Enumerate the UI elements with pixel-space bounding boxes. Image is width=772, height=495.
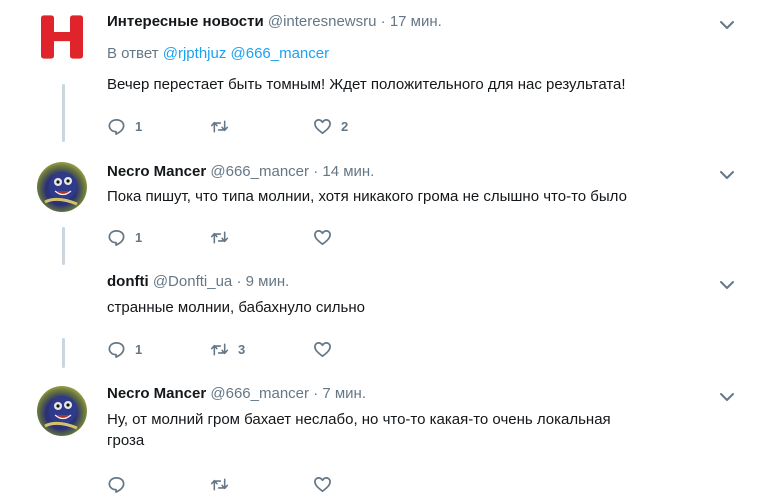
more-options-button[interactable]: [718, 166, 736, 184]
tweet-2[interactable]: Necro Mancer @666_mancer · 14 мин. Пока …: [0, 150, 772, 260]
like-button[interactable]: [313, 340, 341, 359]
reply-icon: [108, 341, 125, 358]
retweet-icon: [210, 478, 229, 490]
tweet-header: Интересные новости @interesnewsru · 17 м…: [107, 12, 442, 32]
heart-icon: [314, 341, 331, 357]
retweet-icon: [210, 343, 229, 355]
author-name[interactable]: Necro Mancer: [107, 385, 206, 402]
reply-icon: [108, 476, 125, 493]
heart-icon: [314, 118, 331, 134]
author-name[interactable]: Necro Mancer: [107, 163, 206, 180]
action-bar: 1 3: [107, 338, 341, 360]
reply-count: 1: [135, 341, 143, 357]
tweet-text: Вечер перестает быть томным! Ждет положи…: [107, 76, 626, 93]
more-options-button[interactable]: [718, 276, 736, 294]
reply-prefix: В ответ: [107, 45, 159, 62]
reply-handles-link[interactable]: @rjpthjuz @666_mancer: [163, 45, 329, 62]
author-name[interactable]: Интересные новости: [107, 13, 264, 30]
separator: ·: [236, 273, 242, 290]
tweet-text: Пока пишут, что типа молнии, хотя никако…: [107, 188, 627, 205]
timestamp[interactable]: 7 мин.: [322, 385, 366, 402]
retweet-button[interactable]: 3: [210, 340, 313, 359]
author-name[interactable]: donfti: [107, 273, 149, 290]
tweet-header: donfti @Donfti_ua · 9 мин.: [107, 272, 289, 292]
separator: ·: [313, 163, 319, 180]
tweet-header: Necro Mancer @666_mancer · 7 мин.: [107, 384, 366, 404]
retweet-button[interactable]: [210, 228, 313, 247]
tweet-text-line: гроза: [107, 432, 145, 449]
tweet-text-line: Ну, от молний гром бахает неслабо, но чт…: [107, 411, 611, 428]
reply-button[interactable]: 1: [107, 117, 210, 136]
chevron-down-icon: [720, 281, 734, 289]
reply-button[interactable]: [107, 475, 210, 494]
avatar[interactable]: [37, 162, 87, 212]
author-handle[interactable]: @Donfti_ua: [153, 273, 232, 290]
like-button[interactable]: [313, 228, 341, 247]
tweet-1[interactable]: Интересные новости @interesnewsru · 17 м…: [0, 0, 772, 150]
action-bar: 1: [107, 226, 341, 248]
more-options-button[interactable]: [718, 16, 736, 34]
timestamp[interactable]: 14 мин.: [322, 163, 374, 180]
tweet-3[interactable]: donfti @Donfti_ua · 9 мин. странные молн…: [0, 262, 772, 372]
reply-count: 1: [135, 229, 143, 245]
avatar[interactable]: [37, 386, 87, 436]
action-bar: 1 2: [107, 115, 348, 137]
timestamp[interactable]: 17 мин.: [390, 13, 442, 30]
retweet-icon: [210, 231, 229, 243]
action-bar: [107, 473, 341, 495]
tweet-text: Ну, от молний гром бахает неслабо, но чт…: [107, 409, 727, 451]
separator: ·: [380, 13, 386, 30]
avatar[interactable]: [37, 12, 87, 62]
reply-button[interactable]: 1: [107, 340, 210, 359]
retweet-button[interactable]: [210, 117, 313, 136]
chevron-down-icon: [720, 171, 734, 179]
like-count: 2: [341, 118, 349, 134]
retweet-icon: [210, 120, 229, 132]
reply-context: В ответ @rjpthjuz @666_mancer: [107, 44, 329, 64]
timestamp[interactable]: 9 мин.: [246, 273, 290, 290]
heart-icon: [314, 476, 331, 492]
heart-icon: [314, 229, 331, 245]
monster-avatar-icon: [44, 396, 78, 430]
author-handle[interactable]: @666_mancer: [210, 163, 309, 180]
reply-icon: [108, 118, 125, 135]
red-h-logo-icon: [41, 15, 83, 59]
chevron-down-icon: [720, 21, 734, 29]
retweet-button[interactable]: [210, 475, 313, 494]
author-handle[interactable]: @interesnewsru: [268, 13, 377, 30]
like-button[interactable]: 2: [313, 117, 348, 136]
separator: ·: [313, 385, 319, 402]
more-options-button[interactable]: [718, 388, 736, 406]
tweet-4[interactable]: Necro Mancer @666_mancer · 7 мин. Ну, от…: [0, 374, 772, 495]
reply-count: 1: [135, 118, 143, 134]
monster-avatar-icon: [44, 172, 78, 206]
author-handle[interactable]: @666_mancer: [210, 385, 309, 402]
tweet-header: Necro Mancer @666_mancer · 14 мин.: [107, 162, 374, 182]
reply-button[interactable]: 1: [107, 228, 210, 247]
tweet-text: странные молнии, бабахнуло сильно: [107, 299, 366, 316]
like-button[interactable]: [313, 475, 341, 494]
reply-icon: [108, 229, 125, 246]
chevron-down-icon: [720, 393, 734, 401]
retweet-count: 3: [238, 341, 246, 357]
